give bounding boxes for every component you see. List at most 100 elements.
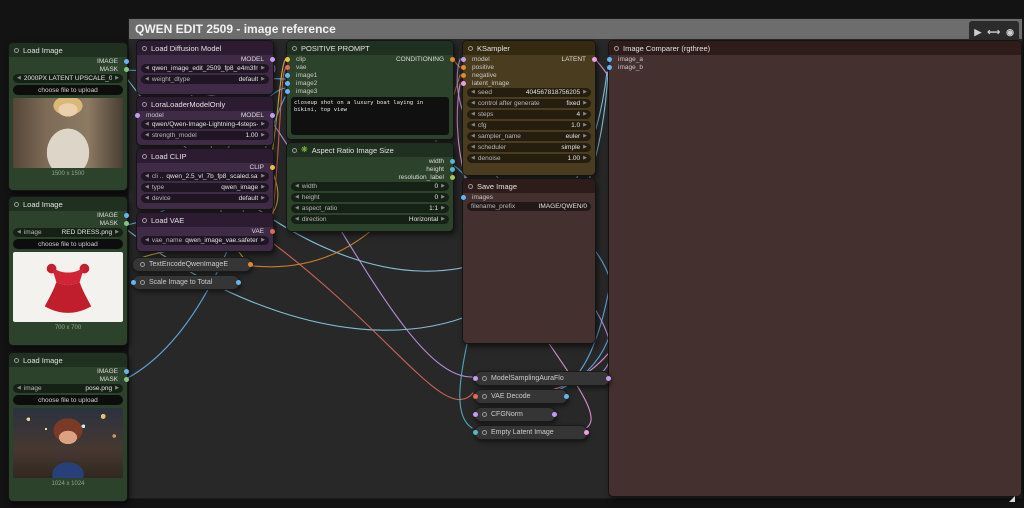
latent-output-dot[interactable] [592,57,597,62]
clip-device-widget[interactable]: ◀ device default ▶ [141,194,269,203]
model-output-dot[interactable] [270,113,275,118]
collapse-dot-icon[interactable] [468,46,473,51]
combo-right-arrow-icon[interactable]: ▶ [583,156,587,161]
node-header[interactable]: POSITIVE PROMPT [287,41,453,55]
combo-left-arrow-icon[interactable]: ◀ [17,386,21,391]
model-input-dot[interactable] [473,376,478,381]
combo-left-arrow-icon[interactable]: ◀ [471,112,475,117]
latent-image-input-dot[interactable] [461,81,466,86]
combo-right-arrow-icon[interactable]: ▶ [441,217,445,222]
model-input-dot[interactable] [473,412,478,417]
node-header[interactable]: Load VAE [137,213,273,227]
node-aspect-ratio-size[interactable]: ❋ Aspect Ratio Image Size width height r… [286,142,454,232]
combo-left-arrow-icon[interactable]: ◀ [295,184,299,189]
mask-output-dot[interactable] [124,67,129,72]
collapse-dot-icon[interactable] [14,202,19,207]
collapse-dot-icon[interactable] [292,46,297,51]
combo-right-arrow-icon[interactable]: ▶ [441,184,445,189]
combo-left-arrow-icon[interactable]: ◀ [471,90,475,95]
upload-button[interactable]: choose file to upload [13,395,123,405]
node-load-diffusion-model[interactable]: Load Diffusion Model MODEL ◀ qwen_image_… [136,40,274,95]
combo-right-arrow-icon[interactable]: ▶ [441,195,445,200]
image2-input-dot[interactable] [285,81,290,86]
model-output-dot[interactable] [552,412,557,417]
node-header[interactable]: LoraLoaderModelOnly [137,97,273,111]
latent-output-dot[interactable] [584,430,589,435]
collapse-dot-icon[interactable] [482,412,487,417]
combo-right-arrow-icon[interactable]: ▶ [583,112,587,117]
prompt-textarea[interactable]: closeup shot on a luxury boat laying in … [291,97,449,135]
control-after-generate-widget[interactable]: ◀ control after generate fixed ▶ [467,99,591,108]
group-title-bar[interactable]: QWEN EDIT 2509 - image reference ▶ ⟷ ◉ [129,19,1022,39]
combo-left-arrow-icon[interactable]: ◀ [295,206,299,211]
combo-left-arrow-icon[interactable]: ◀ [145,185,149,190]
play-icon[interactable]: ▶ [974,22,981,42]
width-widget[interactable]: ◀ width 0 ▶ [291,182,449,191]
combo-left-arrow-icon[interactable]: ◀ [471,145,475,150]
image-output-dot[interactable] [124,59,129,64]
node-vae-decode-collapsed[interactable]: VAE Decode [474,389,568,404]
clip-type-widget[interactable]: ◀ type qwen_image ▶ [141,183,269,192]
node-load-image-1[interactable]: Load Image IMAGE MASK ◀ 2000PX LATENT UP… [8,42,128,191]
combo-left-arrow-icon[interactable]: ◀ [17,76,21,81]
combo-right-arrow-icon[interactable]: ▶ [261,185,265,190]
node-text-encode-collapsed[interactable]: TextEncodeQwenImageE [132,257,252,272]
node-cfg-norm-collapsed[interactable]: CFGNorm [474,407,556,422]
combo-right-arrow-icon[interactable]: ▶ [261,122,265,127]
node-header[interactable]: ❋ Aspect Ratio Image Size [287,143,453,157]
canvas-resize-handle[interactable] [1009,496,1015,502]
clip-name-widget[interactable]: ◀ cli .. qwen_2.5_vl_7b_fp8_scaled.safet… [141,172,269,181]
collapse-dot-icon[interactable] [614,46,619,51]
node-header[interactable]: KSampler [463,41,595,55]
vae-input-dot[interactable] [285,65,290,70]
collapse-dot-icon[interactable] [14,48,19,53]
upload-button[interactable]: choose file to upload [13,85,123,95]
node-load-clip[interactable]: Load CLIP CLIP ◀ cli .. qwen_2.5_vl_7b_f… [136,148,274,210]
combo-left-arrow-icon[interactable]: ◀ [471,156,475,161]
node-load-image-3[interactable]: Load Image IMAGE MASK ◀ image pose.png ▶… [8,352,128,502]
node-header[interactable]: Load Image [9,197,127,211]
fit-width-icon[interactable]: ⟷ [987,22,1000,42]
denoise-widget[interactable]: ◀ denoise 1.00 ▶ [467,154,591,163]
collapse-dot-icon[interactable] [140,280,145,285]
clip-input-dot[interactable] [285,57,290,62]
image-b-input-dot[interactable] [607,65,612,70]
height-output-dot[interactable] [450,167,455,172]
collapse-dot-icon[interactable] [292,148,297,153]
image-output-dot[interactable] [564,394,569,399]
node-load-image-2[interactable]: Load Image IMAGE MASK ◀ image RED DRESS.… [8,196,128,346]
combo-left-arrow-icon[interactable]: ◀ [145,122,149,127]
node-lora-loader[interactable]: LoraLoaderModelOnly model MODEL ◀ qwen/Q… [136,96,274,146]
image-combo-widget[interactable]: ◀ 2000PX LATENT UPSCALE_000 ... ▶ [13,74,123,83]
combo-left-arrow-icon[interactable]: ◀ [295,195,299,200]
combo-right-arrow-icon[interactable]: ▶ [583,101,587,106]
image-input-dot[interactable] [131,280,136,285]
comfyui-canvas[interactable]: QWEN EDIT 2509 - image reference ▶ ⟷ ◉ [0,0,1024,508]
lora-name-widget[interactable]: ◀ qwen/Qwen-Image-Lightning-4steps-V1.0.… [141,120,269,129]
node-positive-prompt[interactable]: POSITIVE PROMPT clip CONDITIONING vae im… [286,40,454,140]
model-output-dot[interactable] [606,376,611,381]
clip-output-dot[interactable] [270,165,275,170]
node-save-image[interactable]: Save Image images filename_prefix IMAGE/… [462,178,596,344]
resolution-label-output-dot[interactable] [450,175,455,180]
combo-right-arrow-icon[interactable]: ▶ [115,76,119,81]
collapse-dot-icon[interactable] [142,102,147,107]
combo-left-arrow-icon[interactable]: ◀ [145,196,149,201]
combo-left-arrow-icon[interactable]: ◀ [145,174,149,179]
image-output-dot[interactable] [236,280,241,285]
combo-right-arrow-icon[interactable]: ▶ [115,230,119,235]
node-header[interactable]: Load Image [9,43,127,57]
node-header[interactable]: Load Diffusion Model [137,41,273,55]
collapse-dot-icon[interactable] [482,394,487,399]
image-output-dot[interactable] [124,369,129,374]
conditioning-output-dot[interactable] [450,57,455,62]
combo-right-arrow-icon[interactable]: ▶ [115,386,119,391]
node-image-comparer[interactable]: Image Comparer (rgthree) image_a image_b [608,40,1022,497]
collapse-dot-icon[interactable] [482,430,487,435]
combo-left-arrow-icon[interactable]: ◀ [471,123,475,128]
vae-name-widget[interactable]: ◀ vae_name qwen_image_vae.safetensors ▶ [141,236,269,245]
image-a-input-dot[interactable] [607,57,612,62]
combo-left-arrow-icon[interactable]: ◀ [471,134,475,139]
collapse-dot-icon[interactable] [482,376,487,381]
collapse-dot-icon[interactable] [142,154,147,159]
